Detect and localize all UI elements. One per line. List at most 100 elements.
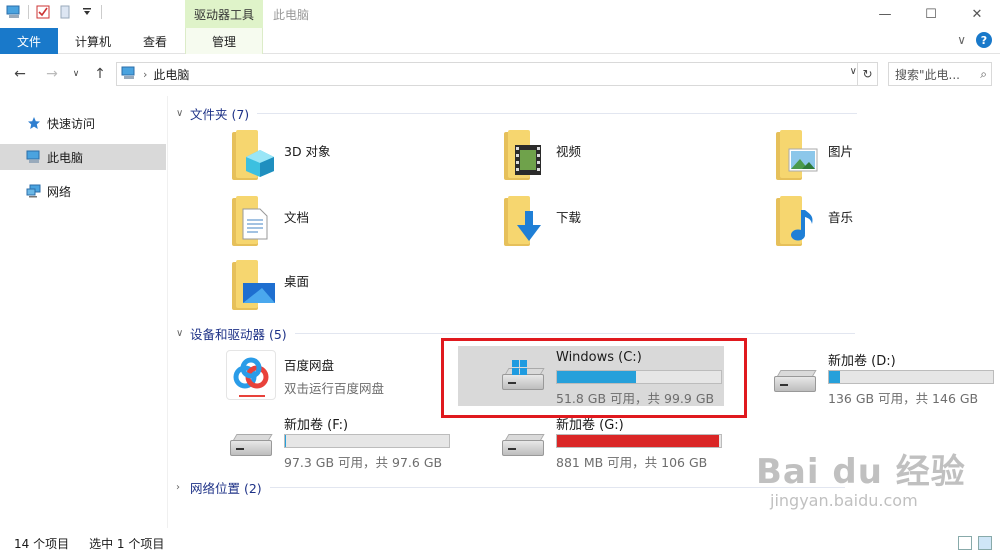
baidu-netdisk-icon: [226, 350, 276, 400]
title-bar: 驱动器工具 此电脑 — ☐ ✕: [0, 0, 1000, 28]
group-title: 文件夹 (7): [190, 107, 250, 122]
drive-space: 136 GB 可用，共 146 GB: [828, 391, 979, 406]
drive-g[interactable]: 新加卷 (G:) 881 MB 可用，共 106 GB: [498, 414, 722, 471]
back-button[interactable]: ←: [10, 64, 30, 84]
baidu-netdisk-desc: 双击运行百度网盘: [284, 381, 385, 396]
ribbon-right-controls: ∨ ?: [957, 32, 992, 48]
group-title: 网络位置 (2): [190, 481, 262, 496]
folder-video[interactable]: 视频: [504, 130, 581, 180]
group-divider: [257, 113, 858, 114]
drive-usage-bar: [284, 434, 450, 448]
nav-item-this-pc[interactable]: 此电脑: [0, 144, 166, 170]
tab-manage[interactable]: 管理: [185, 28, 263, 54]
folder-label: 图片: [828, 144, 854, 159]
details-view-icon[interactable]: [958, 536, 972, 550]
drive-d[interactable]: 新加卷 (D:) 136 GB 可用，共 146 GB: [770, 350, 994, 407]
window-title: 此电脑: [273, 8, 310, 22]
toolbar-divider: [28, 5, 29, 19]
music-icon: [776, 196, 820, 246]
baidu-jingyan-watermark: Bai du 经验 jingyan.baidu.com: [756, 444, 966, 510]
folder-music[interactable]: 音乐: [776, 196, 853, 246]
drive-usage-bar: [828, 370, 994, 384]
drive-usage-bar: [556, 434, 722, 448]
navigation-pane: 快速访问 此电脑 网络: [0, 96, 168, 528]
customize-dropdown-icon[interactable]: [79, 4, 95, 20]
tab-computer[interactable]: 计算机: [64, 28, 122, 54]
drive-tools-context-header: 驱动器工具: [185, 0, 263, 28]
nav-item-label: 快速访问: [47, 116, 96, 131]
network-icon: [26, 183, 42, 199]
computer-icon[interactable]: [6, 4, 22, 20]
group-title: 设备和驱动器 (5): [190, 327, 287, 342]
nav-item-network[interactable]: 网络: [0, 178, 166, 204]
baidu-netdisk-item[interactable]: 百度网盘 双击运行百度网盘: [226, 350, 384, 400]
nav-item-label: 此电脑: [47, 150, 84, 165]
up-button[interactable]: ↑: [90, 64, 110, 84]
minimize-button[interactable]: —: [862, 0, 908, 28]
folder-label: 下载: [556, 210, 582, 225]
recent-locations-button[interactable]: ∨: [66, 64, 86, 84]
nav-item-label: 网络: [47, 184, 72, 199]
hard-drive-icon: [770, 362, 820, 402]
drive-name: 新加卷 (D:): [828, 354, 896, 369]
breadcrumb-separator[interactable]: ›: [143, 68, 147, 81]
folder-pictures[interactable]: 图片: [776, 130, 853, 180]
watermark-logo-text: Bai du 经验: [756, 452, 966, 492]
drive-f[interactable]: 新加卷 (F:) 97.3 GB 可用，共 97.6 GB: [226, 414, 450, 471]
drive-name: 新加卷 (F:): [284, 418, 349, 433]
properties-icon[interactable]: [35, 4, 51, 20]
folder-label: 视频: [556, 144, 582, 159]
file-explorer-window: 驱动器工具 此电脑 — ☐ ✕ 文件 计算机 查看 管理 ∨ ? ← → ∨ ↑…: [0, 0, 1000, 554]
toolbar-divider: [101, 5, 102, 19]
large-icons-view-icon[interactable]: [978, 536, 992, 550]
highlight-annotation-box: [441, 338, 747, 418]
folder-label: 3D 对象: [284, 144, 331, 159]
video-icon: [504, 130, 548, 180]
folder-3d-objects[interactable]: 3D 对象: [232, 130, 331, 180]
chevron-down-icon: ∨: [176, 108, 184, 119]
new-folder-icon[interactable]: [57, 4, 73, 20]
refresh-button[interactable]: ↻: [857, 63, 877, 85]
computer-icon: [26, 149, 42, 165]
group-header-folders[interactable]: ∨ 文件夹 (7): [176, 104, 858, 123]
folder-label: 桌面: [284, 274, 310, 289]
drive-space: 881 MB 可用，共 106 GB: [556, 455, 708, 470]
drive-space: 97.3 GB 可用，共 97.6 GB: [284, 455, 443, 470]
folder-desktop[interactable]: 桌面: [232, 260, 309, 310]
navigation-bar: ← → ∨ ↑ › 此电脑 ∨ ↻ 搜索"此电... ⌕: [0, 58, 1000, 90]
window-controls: — ☐ ✕: [862, 0, 1000, 28]
usage-fill: [829, 371, 841, 383]
search-icon: ⌕: [980, 66, 987, 81]
address-dropdown-button[interactable]: ∨: [850, 66, 857, 77]
pictures-icon: [776, 130, 820, 180]
group-divider: [294, 333, 855, 334]
quick-access-toolbar: [6, 4, 102, 20]
computer-icon: [121, 66, 137, 83]
maximize-button[interactable]: ☐: [908, 0, 954, 28]
star-icon: [26, 115, 42, 131]
desktop-icon: [232, 260, 276, 310]
nav-item-quick-access[interactable]: 快速访问: [0, 110, 166, 136]
hard-drive-icon: [498, 426, 548, 466]
tab-file[interactable]: 文件: [0, 28, 58, 54]
chevron-down-icon: ∨: [176, 328, 184, 339]
3d-objects-icon: [232, 130, 276, 180]
group-header-network-locations[interactable]: › 网络位置 (2): [176, 478, 845, 497]
search-placeholder: 搜索"此电...: [895, 67, 960, 82]
tab-view[interactable]: 查看: [128, 28, 182, 54]
folder-documents[interactable]: 文档: [232, 196, 309, 246]
forward-button[interactable]: →: [42, 64, 62, 84]
close-button[interactable]: ✕: [954, 0, 1000, 28]
search-input[interactable]: 搜索"此电... ⌕: [888, 62, 992, 86]
folder-label: 音乐: [828, 210, 854, 225]
breadcrumb-this-pc[interactable]: 此电脑: [153, 66, 189, 83]
item-count: 14 个项目: [14, 536, 70, 551]
help-icon[interactable]: ?: [976, 32, 992, 48]
hard-drive-icon: [226, 426, 276, 466]
address-bar[interactable]: › 此电脑 ∨ ↻: [116, 62, 878, 86]
folder-downloads[interactable]: 下载: [504, 196, 581, 246]
expand-ribbon-button[interactable]: ∨: [957, 33, 966, 47]
baidu-netdisk-name: 百度网盘: [284, 358, 335, 373]
usage-fill: [557, 435, 720, 447]
documents-icon: [232, 196, 276, 246]
